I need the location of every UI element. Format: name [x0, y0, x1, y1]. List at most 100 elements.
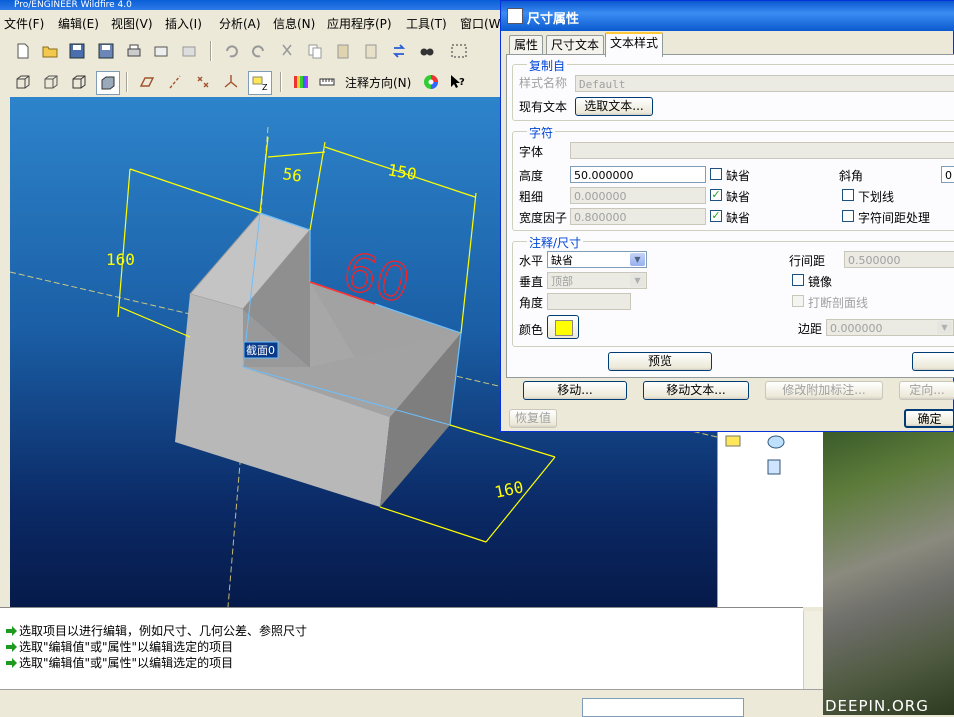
dim-56[interactable]: 56: [281, 164, 303, 185]
mirror-label: 镜像: [808, 275, 833, 289]
tab-properties[interactable]: 属性: [509, 35, 544, 55]
message-scrollbar[interactable]: [803, 611, 822, 689]
save-icon[interactable]: [66, 40, 88, 62]
selection-box-icon[interactable]: [444, 40, 474, 62]
copy-icon[interactable]: [304, 40, 326, 62]
move-text-button[interactable]: 移动文本...: [643, 381, 749, 400]
datum-plane-icon[interactable]: [136, 71, 158, 93]
open-folder-icon[interactable]: [39, 40, 61, 62]
measure-icon[interactable]: [316, 71, 338, 93]
datum-axis-icon[interactable]: [164, 71, 186, 93]
copy-from-group: 复制自 样式名称 Default 现有文本 选取文本...: [512, 57, 954, 121]
undo-icon[interactable]: [220, 40, 242, 62]
slant-input[interactable]: 0: [941, 166, 954, 183]
horizontal-select[interactable]: 缺省 ▼: [547, 251, 647, 268]
existing-text-label: 现有文本: [519, 100, 568, 114]
dim-150[interactable]: 150: [386, 160, 418, 184]
mirror-checkbox[interactable]: [792, 274, 804, 286]
arrow-right-icon: [6, 626, 17, 636]
thickness-label: 粗细: [519, 190, 544, 204]
filter-combo[interactable]: [582, 698, 744, 717]
move-button[interactable]: 移动...: [523, 381, 627, 400]
paste-special-icon[interactable]: [360, 40, 382, 62]
paste-icon[interactable]: [332, 40, 354, 62]
email-icon[interactable]: [150, 40, 172, 62]
arrow-right-icon: [6, 658, 17, 668]
save-copy-icon[interactable]: [95, 40, 117, 62]
no-hidden-icon[interactable]: [68, 71, 90, 93]
menu-insert[interactable]: 插入(I): [165, 15, 202, 32]
menu-edit[interactable]: 编辑(E): [58, 15, 99, 32]
dialog-titlebar[interactable]: 尺寸属性: [501, 1, 954, 31]
message-area: 选取项目以进行编辑，例如尺寸、几何公差、参照尺寸 选取"编辑值"或"属性"以编辑…: [0, 607, 803, 690]
find-icon[interactable]: [416, 40, 438, 62]
slant-label: 斜角: [839, 169, 864, 183]
color-swatch-button[interactable]: [547, 315, 579, 339]
ok-button[interactable]: 确定: [904, 409, 954, 428]
underline-checkbox[interactable]: [842, 189, 854, 201]
color-wheel-icon[interactable]: [420, 71, 442, 93]
dim-160-bottom[interactable]: 160: [493, 477, 525, 502]
appearance-icon[interactable]: [290, 71, 312, 93]
standard-toolbar: [0, 36, 500, 66]
menu-analysis[interactable]: 分析(A): [219, 15, 261, 32]
new-file-icon[interactable]: [12, 40, 34, 62]
menu-info[interactable]: 信息(N): [273, 15, 315, 32]
datum-point-icon[interactable]: [192, 71, 214, 93]
message-line: 选取项目以进行编辑，例如尺寸、几何公差、参照尺寸: [6, 622, 307, 639]
style-name-field: Default: [575, 75, 954, 92]
chevron-down-icon[interactable]: ▼: [630, 253, 645, 266]
width-default-checkbox[interactable]: ✓: [710, 210, 722, 222]
note-dimension-group: 注释/尺寸 水平 缺省 ▼ 行间距 0.500000 垂直 顶部 ▼ 镜像 角度…: [512, 234, 954, 347]
thickness-input: 0.000000: [570, 187, 706, 204]
wireframe-icon[interactable]: [12, 71, 34, 93]
tab-text-style[interactable]: 文本样式: [605, 32, 664, 57]
menu-view[interactable]: 视图(V): [111, 15, 153, 32]
dialog-window-icon: [507, 8, 523, 24]
break-hatch-label: 打断剖面线: [808, 296, 869, 310]
message-line: 选取"编辑值"或"属性"以编辑选定的项目: [6, 638, 233, 655]
menu-tools[interactable]: 工具(T): [406, 15, 447, 32]
font-field: [570, 142, 954, 159]
print-icon[interactable]: [123, 40, 145, 62]
note-icon: [725, 435, 741, 447]
shading-icon[interactable]: [96, 71, 120, 95]
angle-label: 角度: [519, 296, 544, 310]
width-factor-input: 0.800000: [570, 208, 706, 225]
annotation-direction-label[interactable]: 注释方向(N): [345, 74, 411, 91]
watermark-text: DEEPIN.ORG: [825, 697, 929, 715]
thickness-default-checkbox[interactable]: ✓: [710, 189, 722, 201]
height-default-checkbox[interactable]: [710, 168, 722, 180]
height-default-label: 缺省: [726, 169, 751, 183]
select-text-button[interactable]: 选取文本...: [575, 97, 653, 116]
underline-label: 下划线: [858, 190, 895, 204]
apply-button[interactable]: [912, 352, 954, 371]
chevron-down-icon: ▼: [630, 274, 645, 287]
character-title: 字符: [527, 124, 556, 141]
menu-file[interactable]: 文件(F): [4, 15, 44, 32]
tab-dimension-text[interactable]: 尺寸文本: [546, 35, 605, 55]
horizontal-label: 水平: [519, 254, 544, 268]
preview-button[interactable]: 预览: [608, 352, 712, 371]
left-strip: [0, 97, 10, 607]
dim-160-left[interactable]: 160: [106, 250, 135, 269]
menu-applications[interactable]: 应用程序(P): [327, 15, 392, 32]
width-factor-label: 宽度因子: [519, 211, 568, 225]
email-link-icon[interactable]: [178, 40, 200, 62]
coord-sys-icon[interactable]: [220, 71, 242, 93]
section-label[interactable]: 截面0: [246, 343, 275, 357]
annotation-display-icon[interactable]: Z: [248, 71, 272, 95]
height-input[interactable]: 50.000000: [570, 166, 706, 183]
kerning-label: 字符间距处理: [858, 211, 931, 225]
kerning-checkbox[interactable]: [842, 210, 854, 222]
svg-text:Z: Z: [262, 83, 268, 92]
cut-icon[interactable]: [276, 40, 298, 62]
svg-text:?: ?: [459, 77, 465, 88]
context-help-icon[interactable]: ?: [446, 71, 468, 93]
height-label: 高度: [519, 169, 544, 183]
vertical-select: 顶部 ▼: [547, 272, 647, 289]
redo-icon[interactable]: [248, 40, 270, 62]
menu-window[interactable]: 窗口(W): [460, 15, 505, 32]
regenerate-icon[interactable]: [388, 40, 410, 62]
hidden-line-icon[interactable]: [40, 71, 62, 93]
